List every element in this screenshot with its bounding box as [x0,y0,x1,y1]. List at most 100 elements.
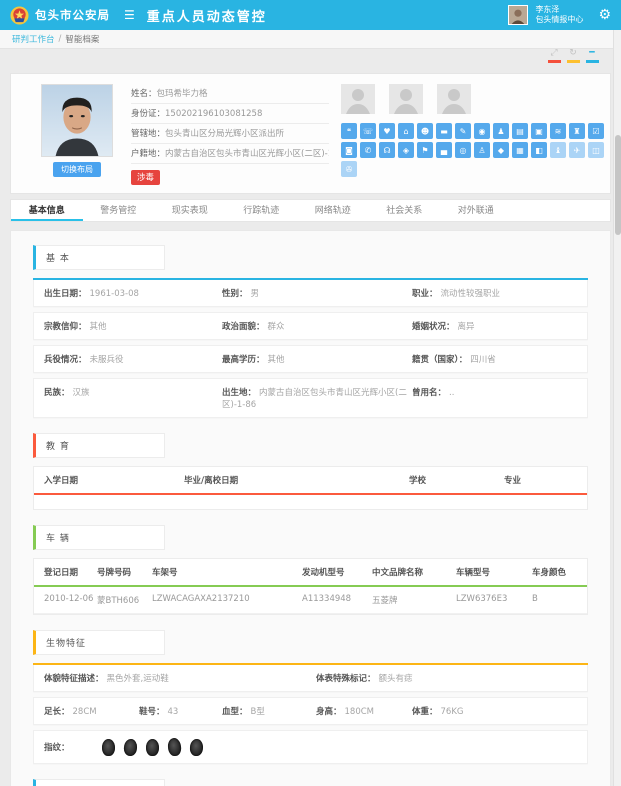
wifi-icon[interactable]: ≋ [550,123,566,139]
section-basic: 基 本 出生日期：1961-03-08 性别：男 职业：流动性较强职业 宗教信仰… [11,245,610,418]
fingerprint-image[interactable] [146,739,159,756]
user-avatar[interactable] [508,5,528,25]
section-address-title: 地 址 [33,779,165,786]
user-info[interactable]: 李东泽 包头情报中心 [535,5,583,25]
user-dept: 包头情报中心 [535,15,583,25]
disc-icon[interactable]: ◎ [455,142,471,158]
refresh-button[interactable]: ↻ [566,48,580,63]
education-icon[interactable]: ✎ [455,123,471,139]
phone-volume-icon[interactable]: ☏ [360,123,376,139]
breadcrumb-current: 智能档案 [65,33,99,45]
profile-tabs: 基本信息 警务管控 现实表现 行踪轨迹 网络轨迹 社会关系 对外联通 [10,199,611,222]
placeholder-avatar[interactable] [389,84,423,114]
fingerprint-image[interactable] [189,738,203,756]
bank-icon[interactable]: ♜ [569,123,585,139]
tag-icon[interactable]: ⚑ [417,142,433,158]
breadcrumb-parent[interactable]: 研判工作台 [12,33,55,45]
vehicle-table-row: 2010-12-06 蒙BTH606 LZWACAGAXA2137210 A11… [34,587,587,614]
menu-icon[interactable]: ☰ [124,8,135,22]
walking-icon[interactable]: ♝ [550,142,566,158]
yellow-indicator-bar [567,60,580,63]
expand-icon: ⤢ [550,48,557,58]
task-check-icon[interactable]: ☑ [588,123,604,139]
car-icon[interactable]: ◉ [474,123,490,139]
rss-icon[interactable]: ☊ [379,142,395,158]
heart-icon[interactable]: ♥ [379,123,395,139]
taxi-icon[interactable]: ◈ [398,142,414,158]
expand-button[interactable]: ⤢ [547,48,561,63]
icon-row-3: ✇ [341,161,604,177]
id-card-icon[interactable]: ▦ [512,142,528,158]
tab-external-contact[interactable]: 对外联通 [440,200,512,221]
icon-row-2: ◙✆☊◈⚑▄◎♙◆▦◧♝✈◫ [341,142,604,158]
fingerprint-image[interactable] [102,739,115,756]
placeholder-avatar[interactable] [341,84,375,114]
field-household: 户籍地：内蒙古自治区包头市青山区光辉小区(二区)-1-86 [131,144,329,164]
truck-icon[interactable]: ◧ [531,142,547,158]
field-row: 宗教信仰：其他 政治面貌：群众 婚姻状况：离异 [33,312,588,340]
police-car-icon[interactable]: ◆ [493,142,509,158]
plane-icon[interactable]: ✈ [569,142,585,158]
tab-social-relations[interactable]: 社会关系 [369,200,441,221]
police-badge-logo [10,6,29,25]
drug-involved-badge: 涉毒 [131,170,160,185]
home-icon[interactable]: ⌂ [398,123,414,139]
section-education: 教 育 入学日期 毕业/离校日期 学校 专业 [11,433,610,510]
tab-basic-info[interactable]: 基本信息 [11,200,83,221]
top-navbar: 包头市公安局 ☰ 重点人员动态管控 李东泽 包头情报中心 ⚙ [0,0,621,30]
identity-fields: 姓名：包玛希毕力格 身份证：150202196103081258 管辖地：包头青… [131,84,329,185]
phone-call-icon[interactable]: ✆ [360,142,376,158]
related-photo-slots [341,84,604,114]
field-name: 姓名：包玛希毕力格 [131,84,329,104]
tab-movement-track[interactable]: 行踪轨迹 [226,200,298,221]
person-icon[interactable]: ♟ [493,123,509,139]
user-alert-icon[interactable]: ♙ [474,142,490,158]
bus-icon[interactable]: ◫ [588,142,604,158]
tab-network-track[interactable]: 网络轨迹 [297,200,369,221]
switch-layout-button[interactable]: 切换布局 [53,162,101,177]
users-icon[interactable]: ☻ [417,123,433,139]
field-row: 民族：汉族 出生地：内蒙古自治区包头市青山区光辉小区(二区)-1-86 曾用名：… [33,378,588,418]
comment-icon[interactable]: ❝ [341,123,357,139]
fingerprint-row: 指纹： [33,730,588,764]
placeholder-avatar[interactable] [437,84,471,114]
section-vehicle: 车 辆 登记日期 号牌号码 车架号 发动机型号 中文品牌名称 车辆型号 车身颜色… [11,525,610,615]
person-photo[interactable] [41,84,113,157]
field-row: 兵役情况：未服兵役 最高学历：其他 籍贯（国家）：四川省 [33,345,588,373]
fingerprint-image[interactable] [167,737,182,756]
section-education-title: 教 育 [33,433,165,458]
field-row: 体貌特征描述：黑色外套,运动鞋 体表特殊标记：额头有痣 [33,665,588,692]
vertical-scrollbar [613,30,621,786]
collapse-button[interactable]: ━ [585,48,599,63]
scrollbar-thumb[interactable] [615,135,621,235]
education-empty-body [34,495,587,509]
image-icon[interactable]: ▣ [531,123,547,139]
trash-icon[interactable]: ✇ [341,161,357,177]
section-biometrics: 生物特征 体貌特征描述：黑色外套,运动鞋 体表特殊标记：额头有痣 足长：28CM… [11,630,610,764]
fingerprint-image[interactable] [123,738,138,756]
vehicle-table-header: 登记日期 号牌号码 车架号 发动机型号 中文品牌名称 车辆型号 车身颜色 [34,559,587,587]
section-address: 地 址 类型 地址 家庭地址 内蒙古自治区包头市青山区光辉小区(二区)-1-86… [11,779,610,786]
person-profile-card: 切换布局 姓名：包玛希毕力格 身份证：150202196103081258 管辖… [10,73,611,194]
category-icon-grid: ❝☏♥⌂☻▬✎◉♟▤▣≋♜☑ ◙✆☊◈⚑▄◎♙◆▦◧♝✈◫ ✇ [341,123,604,177]
tab-real-performance[interactable]: 现实表现 [154,200,226,221]
tab-police-control[interactable]: 警务管控 [83,200,155,221]
field-jurisdiction: 管辖地：包头青山区分局光辉小区派出所 [131,124,329,144]
vehicle-table: 登记日期 号牌号码 车架号 发动机型号 中文品牌名称 车辆型号 车身颜色 201… [33,558,588,615]
basic-info-content: 基 本 出生日期：1961-03-08 性别：男 职业：流动性较强职业 宗教信仰… [10,230,611,786]
basic-field-rows: 出生日期：1961-03-08 性别：男 职业：流动性较强职业 宗教信仰：其他 … [33,278,588,418]
bed-icon[interactable]: ▄ [436,142,452,158]
bio-field-rows: 体貌特征描述：黑色外套,运动鞋 体表特殊标记：额头有痣 足长：28CM 鞋号：4… [33,663,588,764]
breadcrumb-separator: / [59,34,62,44]
field-row: 足长：28CM 鞋号：43 血型：B型 身高：180CM 体重：76KG [33,697,588,725]
settings-gear-icon[interactable]: ⚙ [598,7,611,23]
photo-column: 切换布局 [33,84,121,185]
hotel-icon[interactable]: ▬ [436,123,452,139]
card-controls: ⤢ ↻ ━ [547,48,599,63]
icon-row-1: ❝☏♥⌂☻▬✎◉♟▤▣≋♜☑ [341,123,604,139]
camera-icon[interactable]: ◙ [341,142,357,158]
fingerprint-label: 指纹： [44,741,102,753]
document-icon[interactable]: ▤ [512,123,528,139]
app-title: 重点人员动态管控 [147,6,267,25]
education-table-header: 入学日期 毕业/离校日期 学校 专业 [34,467,587,495]
